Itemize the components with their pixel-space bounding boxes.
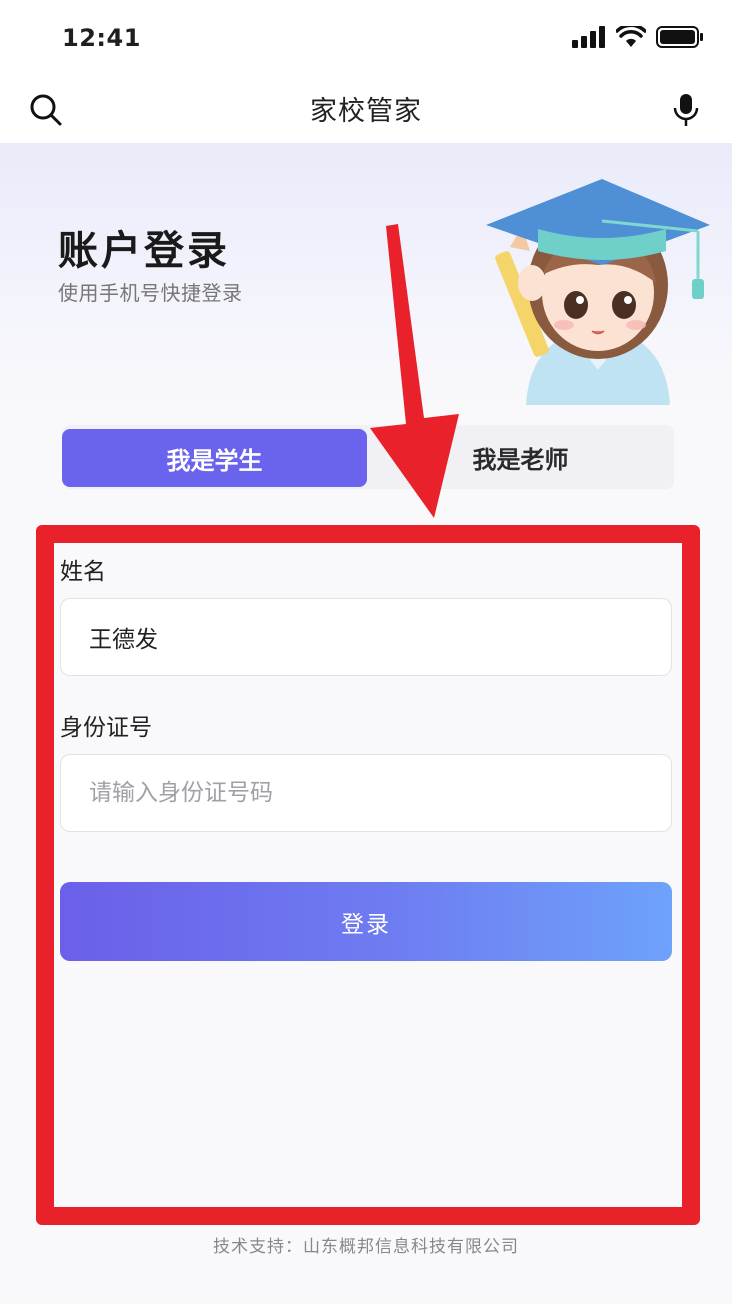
signal-icon (572, 26, 605, 48)
tab-student[interactable]: 我是学生 (62, 429, 367, 487)
nav-bar: 家校管家 (0, 75, 732, 143)
id-number-field-container (60, 754, 672, 832)
footer-credit: 技术支持：山东概邦信息科技有限公司 (213, 1237, 519, 1257)
voice-button[interactable] (666, 90, 706, 130)
page-title: 家校管家 (310, 96, 422, 127)
hero-banner: 账户登录 使用手机号快捷登录 (0, 143, 732, 408)
login-heading: 账户登录 (58, 228, 230, 274)
name-label: 姓名 (60, 559, 106, 585)
name-field-container (60, 598, 672, 676)
name-input[interactable] (61, 599, 671, 675)
battery-icon (656, 26, 703, 48)
status-bar: 12:41 (0, 0, 732, 75)
wifi-icon (616, 26, 646, 47)
id-number-input[interactable] (61, 755, 671, 831)
tab-teacher[interactable]: 我是老师 (367, 425, 674, 489)
microphone-icon (673, 94, 699, 126)
login-button[interactable]: 登录 (60, 882, 672, 961)
role-tabs: 我是学生 我是老师 (62, 425, 674, 489)
student-mascot-illustration (486, 179, 710, 405)
status-time: 12:41 (62, 24, 141, 52)
id-number-label: 身份证号 (60, 715, 152, 741)
status-icons (572, 24, 704, 50)
login-subtitle: 使用手机号快捷登录 (58, 281, 243, 305)
